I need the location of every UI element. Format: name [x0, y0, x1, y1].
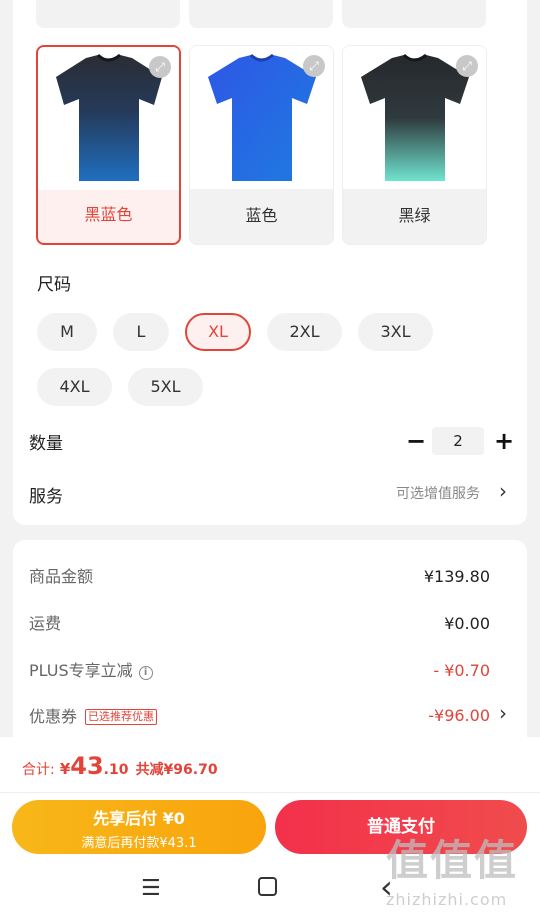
expand-icon[interactable]: ⤢ — [149, 56, 171, 78]
quantity-label: 数量 — [29, 434, 63, 454]
plus-discount-label: PLUS专享立减 i — [29, 657, 153, 681]
total-decimal: .10 — [103, 762, 129, 778]
coupon-value[interactable]: -¥96.00 — [380, 706, 490, 725]
chevron-right-icon[interactable]: › — [499, 701, 507, 725]
size-option-m[interactable]: M — [37, 313, 97, 351]
color-option-black-green[interactable]: ⤢ 黑绿 — [342, 45, 487, 245]
size-title: 尺码 — [37, 275, 71, 295]
total-integer: 43 — [70, 752, 104, 780]
color-label: 黑绿 — [398, 206, 431, 225]
color-option-black-red[interactable]: 黑红 — [342, 0, 486, 28]
color-option-white-black[interactable]: 白黑 — [189, 0, 333, 28]
home-icon[interactable] — [258, 877, 277, 896]
size-option-l[interactable]: L — [113, 313, 169, 351]
quantity-input[interactable]: 2 — [432, 427, 484, 455]
color-option-black-blue[interactable]: ⤢ 黑蓝色 — [36, 45, 181, 245]
service-label: 服务 — [29, 487, 63, 507]
size-option-xl[interactable]: XL — [185, 313, 251, 351]
quantity-increase-button[interactable]: + — [494, 429, 514, 453]
size-option-4xl[interactable]: 4XL — [37, 368, 112, 406]
size-option-3xl[interactable]: 3XL — [358, 313, 433, 351]
total-summary: 合计: ¥43.10 共减¥96.70 — [22, 752, 218, 780]
coupon-label: 优惠券 已选推荐优惠 — [29, 703, 158, 727]
info-icon[interactable]: i — [138, 666, 153, 680]
shipping-value: ¥0.00 — [444, 614, 490, 633]
coupon-tag: 已选推荐优惠 — [85, 709, 158, 725]
watermark-logo: 值值值 zhizhizhi.com — [386, 836, 519, 910]
expand-icon[interactable]: ⤢ — [303, 55, 325, 77]
color-option-black-gray[interactable]: 黑灰 — [36, 0, 180, 28]
service-hint[interactable]: 可选增值服务 — [396, 483, 480, 503]
pay-later-button[interactable]: 先享后付 ¥0 满意后再付款¥43.1 — [12, 800, 266, 854]
plus-discount-value: - ¥0.70 — [433, 661, 490, 680]
goods-amount-value: ¥139.80 — [423, 567, 490, 586]
color-label: 黑蓝色 — [84, 205, 133, 224]
expand-icon[interactable]: ⤢ — [456, 55, 478, 77]
quantity-decrease-button[interactable]: − — [406, 429, 426, 453]
color-option-blue[interactable]: ⤢ 蓝色 — [189, 45, 334, 245]
divider — [0, 792, 540, 793]
shipping-label: 运费 — [29, 614, 62, 633]
goods-amount-label: 商品金额 — [29, 567, 94, 586]
color-label: 蓝色 — [245, 206, 278, 225]
chevron-right-icon[interactable]: › — [499, 479, 507, 503]
total-saved: 共减¥96.70 — [135, 762, 218, 778]
menu-icon[interactable]: ☰ — [141, 876, 161, 901]
size-option-5xl[interactable]: 5XL — [128, 368, 203, 406]
size-option-2xl[interactable]: 2XL — [267, 313, 342, 351]
